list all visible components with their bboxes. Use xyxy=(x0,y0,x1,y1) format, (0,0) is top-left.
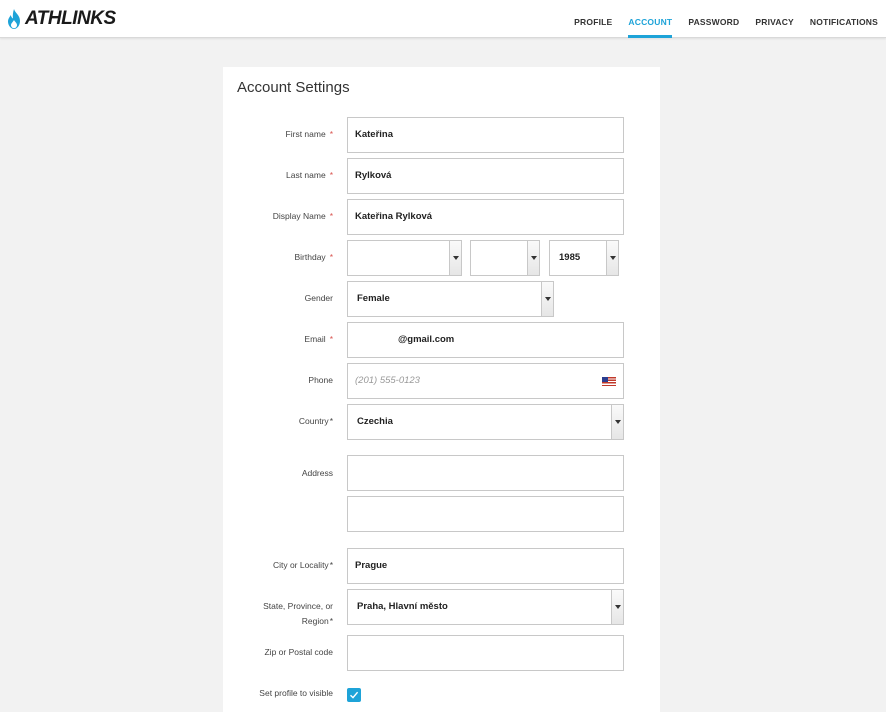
page-title: Account Settings xyxy=(237,79,350,96)
required-mark: * xyxy=(329,170,333,180)
required-mark: * xyxy=(329,334,333,344)
required-mark: * xyxy=(329,211,333,221)
email-label: Email * xyxy=(304,334,333,344)
phone-label: Phone xyxy=(308,375,333,385)
state-select[interactable]: Praha, Hlavní město xyxy=(347,589,624,625)
required-mark: * xyxy=(329,416,333,426)
address-label: Address xyxy=(301,468,333,478)
state-label: State, Province, or Region* xyxy=(263,601,333,626)
email-input[interactable]: @gmail.com xyxy=(347,322,624,358)
required-mark: * xyxy=(329,129,333,139)
birthday-year-select[interactable]: 1985 xyxy=(549,240,619,276)
display-name-label: Display Name * xyxy=(272,211,333,221)
account-settings-card: Account Settings First name * Kateřina La… xyxy=(223,67,660,712)
address-line-2-input[interactable] xyxy=(347,496,624,532)
first-name-label: First name * xyxy=(285,129,333,139)
required-mark: * xyxy=(329,252,333,262)
chevron-down-icon[interactable] xyxy=(449,241,461,275)
us-flag-icon[interactable] xyxy=(602,377,616,386)
chevron-down-icon[interactable] xyxy=(541,282,553,316)
phone-input[interactable]: (201) 555-0123 xyxy=(347,363,624,399)
birthday-label: Birthday * xyxy=(294,252,334,262)
tab-privacy[interactable]: PRIVACY xyxy=(747,0,802,38)
required-mark: * xyxy=(329,560,333,570)
required-mark: * xyxy=(329,616,333,626)
birthday-month-select[interactable] xyxy=(347,240,462,276)
birthday-day-select[interactable] xyxy=(470,240,540,276)
chevron-down-icon[interactable] xyxy=(527,241,539,275)
country-select[interactable]: Czechia xyxy=(347,404,624,440)
tab-password[interactable]: PASSWORD xyxy=(680,0,747,38)
chevron-down-icon[interactable] xyxy=(611,405,623,439)
tab-profile[interactable]: PROFILE xyxy=(566,0,620,38)
top-navigation-bar: ATHLINKS PROFILE ACCOUNT PASSWORD PRIVAC… xyxy=(0,0,886,38)
zip-input[interactable] xyxy=(347,635,624,671)
checkmark-icon xyxy=(350,691,359,699)
visible-label: Set profile to visible xyxy=(259,688,333,698)
account-nav: PROFILE ACCOUNT PASSWORD PRIVACY NOTIFIC… xyxy=(566,0,886,38)
last-name-label: Last name * xyxy=(285,170,333,180)
athlinks-logo[interactable]: ATHLINKS xyxy=(6,8,116,30)
last-name-input[interactable]: Rylková xyxy=(347,158,624,194)
city-label: City or Locality* xyxy=(272,560,333,570)
gender-label: Gender xyxy=(304,293,333,303)
display-name-input[interactable]: Kateřina Rylková xyxy=(347,199,624,235)
country-label: Country* xyxy=(298,416,333,426)
visible-checkbox[interactable] xyxy=(347,688,361,702)
chevron-down-icon[interactable] xyxy=(611,590,623,624)
gender-select[interactable]: Female xyxy=(347,281,554,317)
tab-notifications[interactable]: NOTIFICATIONS xyxy=(802,0,886,38)
city-input[interactable]: Prague xyxy=(347,548,624,584)
logo-text: ATHLINKS xyxy=(25,8,116,29)
zip-label: Zip or Postal code xyxy=(264,647,333,657)
address-line-1-input[interactable] xyxy=(347,455,624,491)
first-name-input[interactable]: Kateřina xyxy=(347,117,624,153)
tab-account[interactable]: ACCOUNT xyxy=(620,0,680,38)
chevron-down-icon[interactable] xyxy=(606,241,618,275)
flame-icon xyxy=(8,9,20,29)
